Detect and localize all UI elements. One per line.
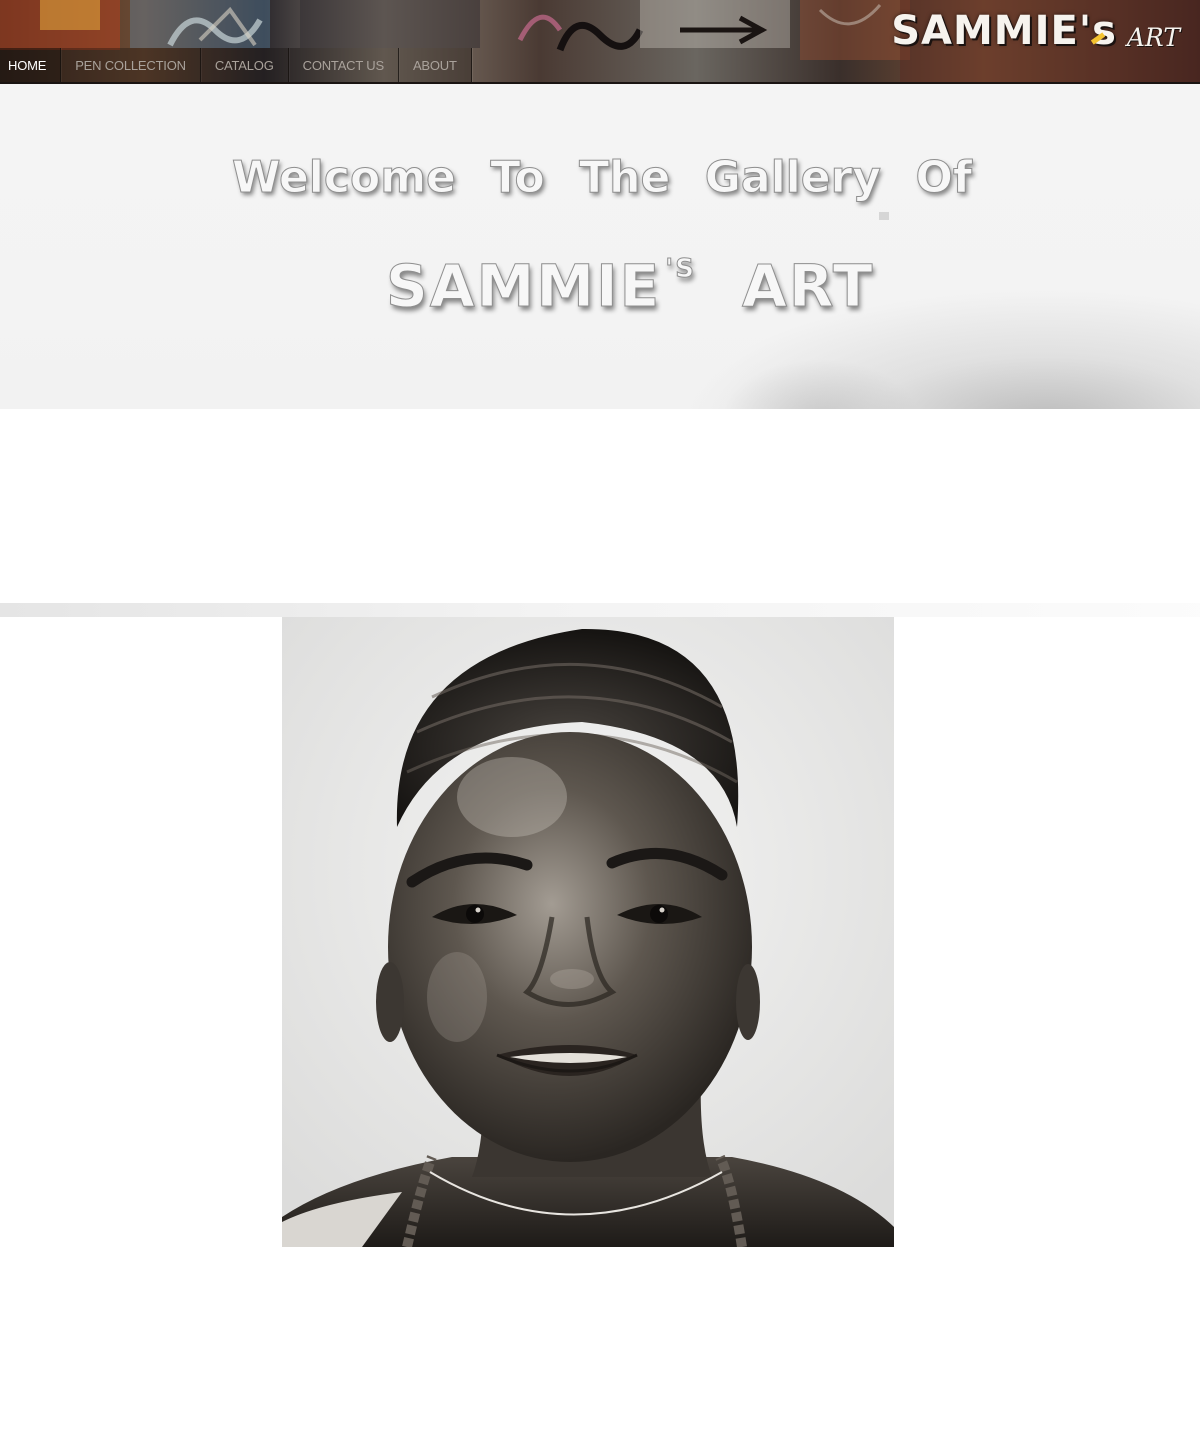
gallery-name-art: ART bbox=[741, 252, 875, 321]
featured-portrait-image[interactable] bbox=[282, 617, 894, 1247]
logo-art-text: ART bbox=[1126, 23, 1180, 52]
gallery-name-main: SAMMIE bbox=[385, 252, 662, 321]
gallery-name-heading: SAMMIE 'S ART bbox=[385, 252, 873, 321]
nav-contact-us[interactable]: CONTACT US bbox=[288, 48, 399, 82]
nav-about[interactable]: ABOUT bbox=[398, 48, 472, 82]
welcome-word: To bbox=[490, 152, 545, 204]
section-divider bbox=[0, 603, 1200, 617]
logo-main-text: SAMMIE's bbox=[891, 8, 1117, 54]
welcome-hero bbox=[0, 84, 1200, 409]
nav-pen-collection[interactable]: PEN COLLECTION bbox=[61, 48, 201, 82]
welcome-word: The bbox=[579, 152, 671, 204]
welcome-word: Welcome bbox=[232, 152, 457, 204]
welcome-heading: Welcome To The Gallery Of bbox=[232, 152, 973, 204]
charcoal-smudge-small bbox=[720, 359, 920, 409]
welcome-word: Gallery bbox=[704, 152, 881, 204]
nav-home[interactable]: HOME bbox=[0, 48, 62, 82]
welcome-word: Of bbox=[915, 152, 973, 204]
main-nav: HOME PEN COLLECTION CATALOG CONTACT US A… bbox=[0, 48, 472, 82]
site-logo[interactable]: SAMMIE's ART bbox=[891, 8, 1180, 54]
gallery-name-possessive: 'S bbox=[665, 254, 696, 285]
site-header: HOME PEN COLLECTION CATALOG CONTACT US A… bbox=[0, 0, 1200, 84]
hero-speck bbox=[879, 212, 889, 220]
charcoal-portrait-drawing bbox=[282, 617, 894, 1247]
nav-catalog[interactable]: CATALOG bbox=[200, 48, 289, 82]
